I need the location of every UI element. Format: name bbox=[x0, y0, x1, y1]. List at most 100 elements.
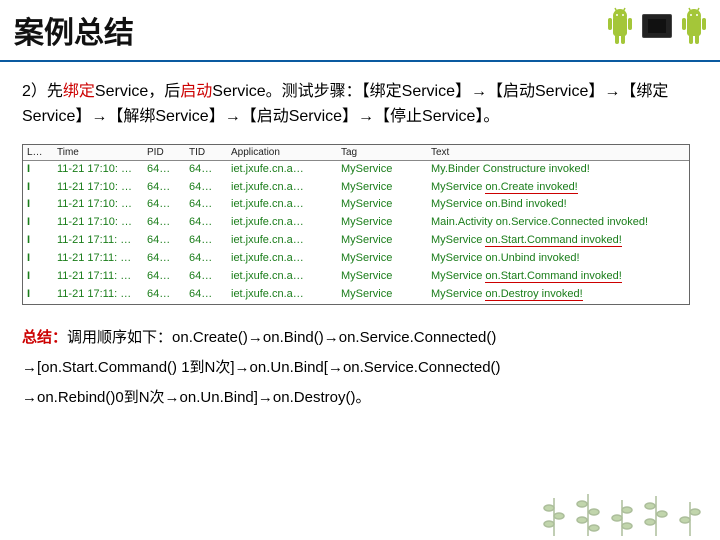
cell-level: I bbox=[27, 233, 57, 249]
intro-em-1: 绑定 bbox=[63, 83, 95, 100]
cell-pid: 64… bbox=[147, 251, 189, 267]
intro-t2: Service，后 bbox=[95, 83, 180, 100]
cell-text-emphasis: on.Destroy invoked! bbox=[485, 288, 582, 301]
cell-app: iet.jxufe.cn.a… bbox=[231, 197, 341, 213]
plant-icon bbox=[642, 488, 670, 536]
table-row: I11-21 17:11: …64…64…iet.jxufe.cn.a…MySe… bbox=[23, 268, 689, 286]
cell-text: Main.Activity on.Service.Connected invok… bbox=[431, 215, 685, 231]
plants-decoration bbox=[540, 488, 704, 536]
cell-text-a: MyService on.Bind invoked! bbox=[431, 198, 567, 210]
cell-tid: 64… bbox=[189, 287, 231, 303]
cell-time: 11-21 17:11: … bbox=[57, 251, 147, 267]
table-row: I11-21 17:10: …64…64…iet.jxufe.cn.a…MySe… bbox=[23, 214, 689, 232]
cell-pid: 64… bbox=[147, 269, 189, 285]
page-title: 案例总结 bbox=[14, 8, 134, 52]
plant-icon bbox=[574, 488, 602, 536]
cell-text-a: MyService bbox=[431, 181, 485, 193]
blackboard-icon bbox=[642, 14, 672, 38]
plant-icon bbox=[540, 488, 568, 536]
cell-tag: MyService bbox=[341, 269, 431, 285]
col-header-text: Text bbox=[431, 147, 685, 158]
cell-tid: 64… bbox=[189, 215, 231, 231]
intro-prefix: 2）先 bbox=[22, 83, 63, 100]
table-row: I11-21 17:11: …64…64…iet.jxufe.cn.a…MySe… bbox=[23, 286, 689, 304]
cell-tid: 64… bbox=[189, 251, 231, 267]
cell-time: 11-21 17:10: … bbox=[57, 180, 147, 196]
cell-app: iet.jxufe.cn.a… bbox=[231, 215, 341, 231]
summary-line-2: →[on.Start.Command() 1到N次]→on.Un.Bind[→o… bbox=[22, 353, 698, 383]
table-row: I11-21 17:11: …64…64…iet.jxufe.cn.a…MySe… bbox=[23, 232, 689, 250]
cell-tid: 64… bbox=[189, 197, 231, 213]
cell-text-a: MyService bbox=[431, 234, 485, 246]
col-header-tid: TID bbox=[189, 147, 231, 158]
cell-tag: MyService bbox=[341, 180, 431, 196]
cell-text-emphasis: on.Create invoked! bbox=[485, 181, 577, 194]
cell-tag: MyService bbox=[341, 215, 431, 231]
mascots bbox=[606, 6, 708, 48]
cell-text-a: Main.Activity on.Service.Connected invok… bbox=[431, 216, 648, 228]
cell-time: 11-21 17:10: … bbox=[57, 162, 147, 178]
cell-tid: 64… bbox=[189, 180, 231, 196]
cell-level: I bbox=[27, 269, 57, 285]
col-header-app: Application bbox=[231, 147, 341, 158]
cell-text: MyService on.Create invoked! bbox=[431, 180, 685, 196]
cell-text: MyService on.Unbind invoked! bbox=[431, 251, 685, 267]
cell-level: I bbox=[27, 180, 57, 196]
cell-tid: 64… bbox=[189, 233, 231, 249]
cell-pid: 64… bbox=[147, 215, 189, 231]
cell-text: My.Binder Constructure invoked! bbox=[431, 162, 685, 178]
cell-app: iet.jxufe.cn.a… bbox=[231, 180, 341, 196]
cell-tid: 64… bbox=[189, 162, 231, 178]
summary-paragraph: 总结：调用顺序如下：on.Create()→on.Bind()→on.Servi… bbox=[0, 323, 720, 413]
cell-text-emphasis: on.Start.Command invoked! bbox=[485, 234, 621, 247]
cell-level: I bbox=[27, 215, 57, 231]
cell-tag: MyService bbox=[341, 233, 431, 249]
cell-text-a: My.Binder Constructure invoked! bbox=[431, 163, 590, 175]
cell-tag: MyService bbox=[341, 162, 431, 178]
col-header-level: L… bbox=[27, 147, 57, 158]
col-header-tag: Tag bbox=[341, 147, 431, 158]
table-row: I11-21 17:10: …64…64…iet.jxufe.cn.a…MySe… bbox=[23, 196, 689, 214]
cell-pid: 64… bbox=[147, 287, 189, 303]
summary-line-1: 调用顺序如下：on.Create()→on.Bind()→on.Service.… bbox=[67, 329, 496, 346]
cell-level: I bbox=[27, 287, 57, 303]
table-row: I11-21 17:10: …64…64…iet.jxufe.cn.a…MySe… bbox=[23, 179, 689, 197]
intro-paragraph: 2）先绑定Service，后启动Service。测试步骤：【绑定Service】… bbox=[22, 80, 698, 130]
cell-app: iet.jxufe.cn.a… bbox=[231, 233, 341, 249]
cell-pid: 64… bbox=[147, 162, 189, 178]
cell-app: iet.jxufe.cn.a… bbox=[231, 162, 341, 178]
cell-time: 11-21 17:11: … bbox=[57, 287, 147, 303]
summary-line-3: →on.Rebind()0到N次→on.Un.Bind]→on.Destroy(… bbox=[22, 383, 698, 413]
table-header: L… Time PID TID Application Tag Text bbox=[23, 145, 689, 161]
android-icon bbox=[680, 6, 708, 48]
cell-text: MyService on.Bind invoked! bbox=[431, 197, 685, 213]
cell-tag: MyService bbox=[341, 287, 431, 303]
cell-text-a: MyService on.Unbind invoked! bbox=[431, 252, 580, 264]
cell-text-emphasis: on.Start.Command invoked! bbox=[485, 270, 621, 283]
cell-time: 11-21 17:10: … bbox=[57, 215, 147, 231]
cell-app: iet.jxufe.cn.a… bbox=[231, 269, 341, 285]
cell-text: MyService on.Destroy invoked! bbox=[431, 287, 685, 303]
cell-tag: MyService bbox=[341, 197, 431, 213]
plant-icon bbox=[608, 488, 636, 536]
cell-level: I bbox=[27, 197, 57, 213]
cell-pid: 64… bbox=[147, 233, 189, 249]
cell-app: iet.jxufe.cn.a… bbox=[231, 287, 341, 303]
plant-icon bbox=[676, 488, 704, 536]
intro-em-2: 启动 bbox=[180, 83, 212, 100]
android-icon bbox=[606, 6, 634, 48]
table-row: I11-21 17:11: …64…64…iet.jxufe.cn.a…MySe… bbox=[23, 250, 689, 268]
cell-time: 11-21 17:11: … bbox=[57, 233, 147, 249]
summary-label: 总结： bbox=[22, 329, 67, 346]
cell-time: 11-21 17:10: … bbox=[57, 197, 147, 213]
col-header-pid: PID bbox=[147, 147, 189, 158]
cell-tid: 64… bbox=[189, 269, 231, 285]
cell-pid: 64… bbox=[147, 180, 189, 196]
cell-text: MyService on.Start.Command invoked! bbox=[431, 269, 685, 285]
cell-tag: MyService bbox=[341, 251, 431, 267]
cell-level: I bbox=[27, 162, 57, 178]
cell-text: MyService on.Start.Command invoked! bbox=[431, 233, 685, 249]
log-table: L… Time PID TID Application Tag Text I11… bbox=[22, 144, 690, 306]
cell-time: 11-21 17:11: … bbox=[57, 269, 147, 285]
cell-level: I bbox=[27, 251, 57, 267]
